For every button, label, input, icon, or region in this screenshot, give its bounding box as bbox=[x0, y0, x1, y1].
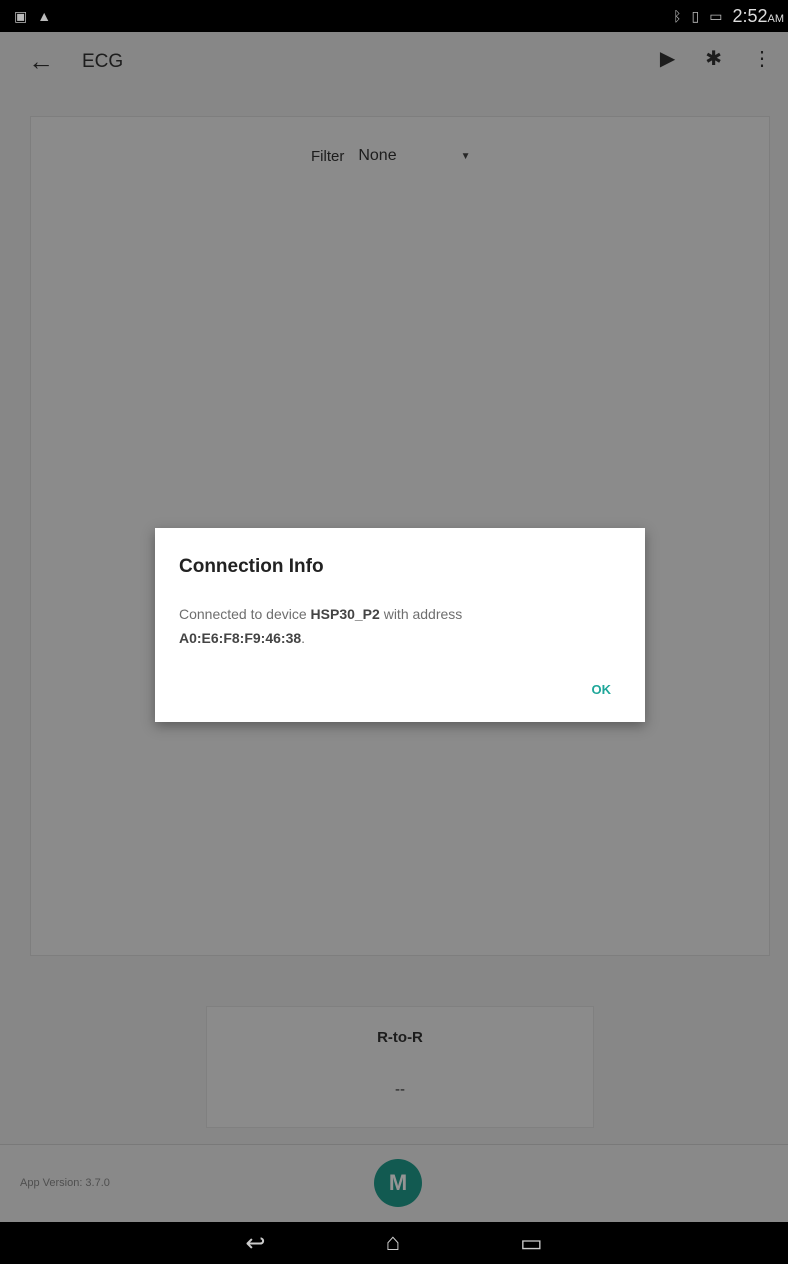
status-bar: ▣ ▲ ᛒ ▯ ▭ 2:52AM bbox=[0, 0, 788, 32]
dialog-message: Connected to device HSP30_P2 with addres… bbox=[179, 606, 463, 646]
ok-button[interactable]: OK bbox=[592, 682, 612, 697]
back-nav-icon[interactable]: ↩ bbox=[245, 1229, 265, 1258]
device-name: HSP30_P2 bbox=[310, 606, 380, 622]
bluetooth-icon: ᛒ bbox=[673, 8, 682, 24]
battery-icon: ▭ bbox=[709, 7, 723, 24]
home-nav-icon[interactable]: ⌂ bbox=[385, 1229, 400, 1257]
device-address: A0:E6:F8:F9:46:38 bbox=[179, 630, 302, 646]
dialog-title: Connection Info bbox=[179, 556, 324, 577]
status-time: 2:52AM bbox=[732, 5, 784, 26]
image-icon: ▣ bbox=[14, 7, 28, 24]
status-left: ▣ ▲ bbox=[14, 8, 51, 25]
recents-nav-icon[interactable]: ▭ bbox=[520, 1229, 543, 1258]
navigation-bar: ↩ ⌂ ▭ bbox=[0, 1222, 788, 1264]
connection-info-dialog: Connection Info Connected to device HSP3… bbox=[155, 528, 645, 722]
vibrate-icon: ▯ bbox=[691, 7, 700, 24]
warning-icon: ▲ bbox=[37, 8, 52, 24]
status-right: ᛒ ▯ ▭ 2:52AM bbox=[673, 6, 784, 27]
